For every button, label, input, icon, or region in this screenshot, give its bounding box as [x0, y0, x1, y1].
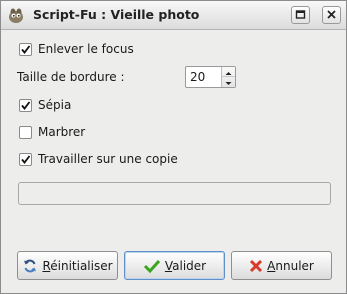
sepia-label: Sépia: [38, 98, 72, 112]
gimp-wilber-icon: [7, 6, 25, 24]
reset-label: Réinitialiser: [42, 258, 113, 273]
border-size-row: Taille de bordure :: [17, 70, 125, 84]
border-size-spinbutton[interactable]: 20: [185, 66, 236, 88]
spin-up-button[interactable]: [222, 67, 235, 77]
spin-arrows: [221, 67, 235, 87]
reset-button[interactable]: Réinitialiser: [17, 251, 118, 280]
work-on-copy-checkbox[interactable]: [19, 152, 32, 166]
mottle-label: Marbrer: [38, 125, 86, 139]
border-size-value[interactable]: 20: [190, 70, 205, 84]
defocus-checkbox[interactable]: [19, 42, 32, 56]
reset-icon: [24, 259, 37, 272]
arrow-down-icon: [225, 82, 232, 85]
close-icon: [327, 10, 336, 19]
checkmark-icon: [21, 44, 31, 54]
checkmark-icon: [21, 100, 31, 110]
maximize-icon: [295, 10, 306, 19]
border-size-label: Taille de bordure :: [17, 70, 125, 84]
checkmark-icon: [143, 259, 160, 273]
work-on-copy-label: Travailler sur une copie: [38, 152, 178, 166]
script-fu-dialog: Script-Fu : Vieille photo Enlever le foc…: [0, 0, 347, 294]
cancel-icon: [250, 259, 263, 272]
close-button[interactable]: [322, 6, 341, 24]
window-title: Script-Fu : Vieille photo: [33, 7, 200, 22]
cancel-button[interactable]: Annuler: [231, 251, 332, 280]
sepia-checkbox[interactable]: [19, 98, 32, 112]
maximize-button[interactable]: [291, 6, 310, 24]
checkmark-icon: [21, 154, 31, 164]
spin-down-button[interactable]: [222, 77, 235, 87]
sepia-option[interactable]: Sépia: [19, 98, 71, 112]
defocus-label: Enlever le focus: [38, 42, 134, 56]
cancel-label: Annuler: [267, 258, 314, 273]
title-bar[interactable]: Script-Fu : Vieille photo: [1, 1, 346, 30]
ok-label: Valider: [164, 258, 207, 273]
progress-bar: [18, 182, 331, 205]
defocus-option[interactable]: Enlever le focus: [19, 42, 134, 56]
mottle-option[interactable]: Marbrer: [19, 125, 85, 139]
mottle-checkbox[interactable]: [19, 125, 32, 139]
ok-button[interactable]: Valider: [124, 251, 225, 280]
work-on-copy-option[interactable]: Travailler sur une copie: [19, 152, 178, 166]
